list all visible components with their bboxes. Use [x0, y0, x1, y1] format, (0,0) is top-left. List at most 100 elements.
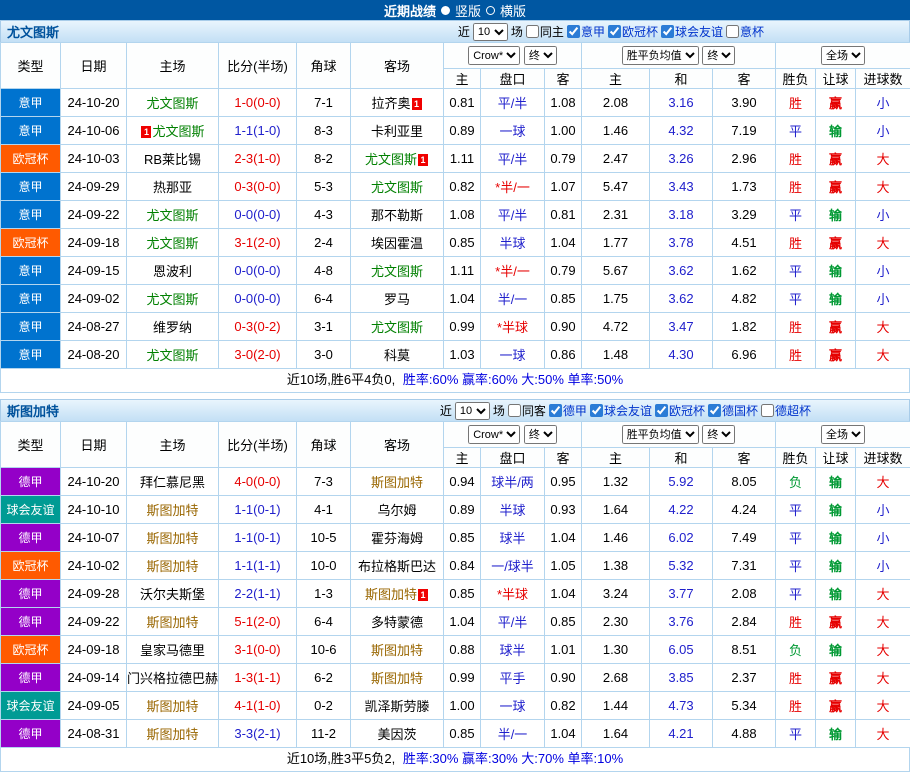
avg-select[interactable]: 胜平负均值: [622, 425, 699, 444]
league-cell: 意甲: [1, 313, 61, 341]
team-name[interactable]: 斯图加特: [146, 727, 198, 742]
league-cell: 德甲: [1, 580, 61, 608]
team-name[interactable]: 皇家马德里: [140, 643, 205, 658]
avg-away-cell: 4.51: [713, 229, 776, 257]
team-name[interactable]: 罗马: [384, 292, 410, 307]
filter-option[interactable]: 德国杯: [708, 402, 758, 419]
filter-option[interactable]: 同客: [508, 402, 546, 419]
filter-checkbox[interactable]: [549, 404, 562, 417]
filter-option[interactable]: 同主: [526, 23, 564, 40]
filter-checkbox[interactable]: [508, 404, 521, 417]
avg-draw-cell: 3.78: [650, 229, 713, 257]
team-name[interactable]: 美因茨: [377, 727, 416, 742]
filter-option[interactable]: 德超杯: [761, 402, 811, 419]
team-name[interactable]: 维罗纳: [153, 320, 192, 335]
team-name[interactable]: 那不勒斯: [371, 208, 423, 223]
team-name[interactable]: 霍芬海姆: [371, 531, 423, 546]
corner-cell: 0-2: [297, 692, 351, 720]
filter-option[interactable]: 球会友谊: [590, 402, 652, 419]
team-name[interactable]: 斯图加特: [365, 587, 417, 602]
filter-option[interactable]: 欧冠杯: [608, 23, 658, 40]
team-name[interactable]: 多特蒙德: [371, 615, 423, 630]
team-name[interactable]: 门兴格拉德巴赫: [127, 671, 218, 686]
team-name[interactable]: 尤文图斯: [146, 236, 198, 251]
avg-select[interactable]: 胜平负均值: [622, 46, 699, 65]
recent-count-select[interactable]: 10: [455, 402, 490, 420]
layout-radio-vertical-icon[interactable]: [441, 6, 450, 15]
team-name[interactable]: 尤文图斯: [371, 320, 423, 335]
team-name[interactable]: 尤文图斯: [146, 96, 198, 111]
team-name[interactable]: 凯泽斯劳滕: [364, 699, 429, 714]
score-cell: 1-1(0-1): [219, 496, 297, 524]
team-name[interactable]: 尤文图斯: [371, 264, 423, 279]
team-name[interactable]: 埃因霍温: [371, 236, 423, 251]
team-name[interactable]: 斯图加特: [146, 559, 198, 574]
avg-draw-cell: 3.18: [650, 201, 713, 229]
filter-checkbox[interactable]: [567, 25, 580, 38]
date-cell: 24-08-27: [61, 313, 127, 341]
team-name[interactable]: 卡利亚里: [371, 124, 423, 139]
filter-option[interactable]: 欧冠杯: [655, 402, 705, 419]
odds-away-cell: 0.86: [545, 341, 582, 369]
layout-radio-horizontal-icon[interactable]: [486, 6, 495, 15]
match-row: 意甲24-09-15恩波利0-0(0-0)4-8尤文图斯1.11*半/一0.79…: [1, 257, 910, 285]
team-name[interactable]: RB莱比锡: [144, 152, 201, 167]
fulltime-select[interactable]: 全场: [821, 425, 865, 444]
filter-checkbox[interactable]: [655, 404, 668, 417]
away-team-cell: 斯图加特: [351, 636, 444, 664]
team-name[interactable]: 布拉格斯巴达: [358, 559, 436, 574]
odds-away-cell: 0.81: [545, 201, 582, 229]
fulltime-select[interactable]: 全场: [821, 46, 865, 65]
filter-option[interactable]: 意甲: [567, 23, 605, 40]
filter-checkbox[interactable]: [726, 25, 739, 38]
filter-option[interactable]: 球会友谊: [661, 23, 723, 40]
team-name[interactable]: 尤文图斯: [371, 180, 423, 195]
home-team-cell: 尤文图斯: [127, 229, 219, 257]
filter-checkbox[interactable]: [708, 404, 721, 417]
filter-option[interactable]: 意杯: [726, 23, 764, 40]
team-name[interactable]: 斯图加特: [371, 671, 423, 686]
team-name[interactable]: 热那亚: [153, 180, 192, 195]
match-row: 德甲24-10-20拜仁慕尼黑4-0(0-0)7-3斯图加特0.94球半/两0.…: [1, 468, 910, 496]
result-cell: 胜: [776, 608, 816, 636]
filter-checkbox[interactable]: [661, 25, 674, 38]
filter-checkbox[interactable]: [761, 404, 774, 417]
section-team-title: 斯图加特: [1, 401, 59, 420]
handicap-cell: 半/一: [481, 285, 545, 313]
odds-final-select[interactable]: 终: [524, 425, 557, 444]
team-name[interactable]: 斯图加特: [371, 643, 423, 658]
team-name[interactable]: 尤文图斯: [146, 348, 198, 363]
team-name[interactable]: 尤文图斯: [146, 292, 198, 307]
team-name[interactable]: 乌尔姆: [377, 503, 416, 518]
team-name[interactable]: 尤文图斯: [365, 152, 417, 167]
avg-final-select[interactable]: 终: [702, 425, 735, 444]
filter-option[interactable]: 德甲: [549, 402, 587, 419]
filter-checkbox[interactable]: [608, 25, 621, 38]
filter-checkbox[interactable]: [590, 404, 603, 417]
corner-cell: 5-3: [297, 173, 351, 201]
team-name[interactable]: 恩波利: [153, 264, 192, 279]
layout-option-vertical[interactable]: 竖版: [455, 1, 481, 20]
let-result-cell: 赢: [816, 664, 856, 692]
odds-final-select[interactable]: 终: [524, 46, 557, 65]
team-name[interactable]: 斯图加特: [146, 615, 198, 630]
avg-final-select[interactable]: 终: [702, 46, 735, 65]
team-name[interactable]: 拉齐奥: [371, 96, 410, 111]
team-name[interactable]: 斯图加特: [146, 503, 198, 518]
team-name[interactable]: 斯图加特: [146, 531, 198, 546]
team-name[interactable]: 斯图加特: [146, 699, 198, 714]
recent-count-select[interactable]: 10: [473, 23, 508, 41]
goals-cell: 小: [856, 201, 910, 229]
date-cell: 24-08-20: [61, 341, 127, 369]
filter-checkbox[interactable]: [526, 25, 539, 38]
team-name[interactable]: 拜仁慕尼黑: [140, 475, 205, 490]
team-name[interactable]: 斯图加特: [371, 475, 423, 490]
team-name[interactable]: 科莫: [384, 348, 410, 363]
team-name[interactable]: 尤文图斯: [152, 124, 204, 139]
layout-option-horizontal[interactable]: 横版: [500, 1, 526, 20]
team-name[interactable]: 尤文图斯: [146, 208, 198, 223]
odds-source-select[interactable]: Crow*: [468, 425, 520, 444]
odds-source-select[interactable]: Crow*: [468, 46, 520, 65]
team-name[interactable]: 沃尔夫斯堡: [140, 587, 205, 602]
col-goals: 进球数: [856, 448, 910, 468]
